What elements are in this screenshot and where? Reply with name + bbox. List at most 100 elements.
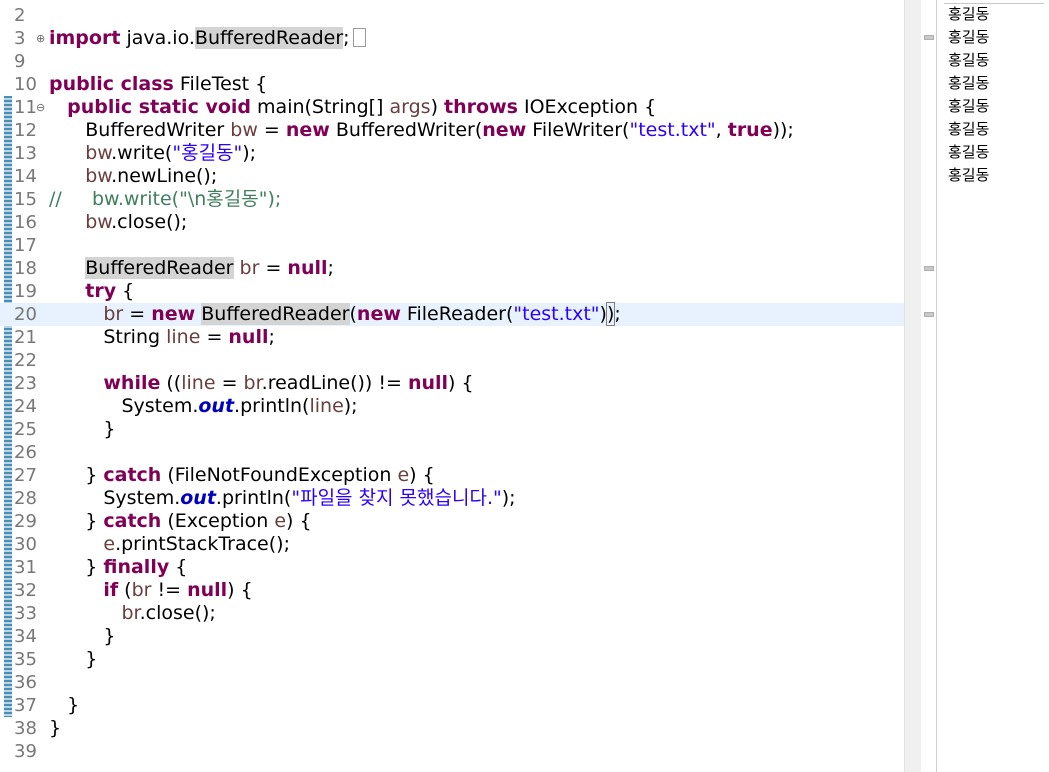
code-line[interactable]: 28 System.out.println("파일을 찾지 못했습니다."); [0,487,904,510]
expand-fold-icon[interactable]: ⊕ [36,27,46,50]
code-token: System. [49,395,199,417]
code-text: bw.write("홍길동"); [49,142,256,165]
code-line[interactable]: 10 public class FileTest { [0,73,904,96]
code-token: e [397,464,410,486]
code-line[interactable]: 29 } catch (Exception e) { [0,510,904,533]
code-text: try { [49,280,134,303]
code-token: ) { [227,579,253,601]
code-line[interactable]: 11 ⊖ public static void main(String[] arg… [0,96,904,119]
code-token: IOException { [517,96,657,118]
code-line[interactable]: 33 br.close(); [0,602,904,625]
code-text: e.printStackTrace(); [49,533,290,556]
code-token: null [407,372,449,394]
code-line[interactable]: 39 [0,740,904,763]
code-text: System.out.println("파일을 찾지 못했습니다."); [49,487,515,510]
code-token: ; [327,257,334,279]
code-line[interactable]: 12 BufferedWriter bw = new BufferedWrite… [0,119,904,142]
code-line[interactable]: 26 [0,441,904,464]
overview-marker[interactable] [924,35,934,40]
code-text: BufferedReader br = null; [49,257,334,280]
code-line[interactable]: 23 while ((line = br.readLine()) != null… [0,372,904,395]
code-token: null [287,257,328,279]
code-token: br [243,372,262,394]
code-line[interactable]: 35 } [0,648,904,671]
code-token: } [49,625,116,647]
collapse-fold-icon[interactable]: ⊖ [36,96,46,119]
console-output-line: 홍길동 [948,28,990,46]
code-token: br [103,303,124,325]
code-line[interactable]: 9 [0,50,904,73]
code-line[interactable]: 15 // bw.write("\n홍길동"); [0,188,904,211]
code-line[interactable]: 34 } [0,625,904,648]
code-text: } [49,717,61,740]
code-token: out [198,395,235,417]
code-token: new [356,303,401,325]
code-editor[interactable]: 2 3 ⊕ import java.io.BufferedReader; 9 10 publ… [0,0,904,772]
code-line[interactable]: 38} [0,717,904,740]
code-text: bw.newLine(); [49,165,217,188]
code-line[interactable]: 27 } catch (FileNotFoundException e) { [0,464,904,487]
code-line[interactable]: 2 [0,4,904,27]
console-output-line: 홍길동 [948,74,990,92]
code-line[interactable]: 32 if (br != null) { [0,579,904,602]
code-line[interactable]: 25 } [0,418,904,441]
overview-ruler[interactable] [921,0,937,772]
line-number: 15 [14,189,37,210]
code-token: ); [242,142,257,164]
vertical-scrollbar[interactable] [904,0,922,772]
code-token: try [85,280,117,302]
code-text: // bw.write("\n홍길동"); [49,188,281,211]
line-number: 35 [14,649,37,670]
code-token: ) [599,303,607,325]
code-line[interactable]: 31 } finally { [0,556,904,579]
console-output-line: 홍길동 [948,166,990,184]
code-token: e [274,510,287,532]
line-number: 24 [14,396,37,417]
console-output-line: 홍길동 [948,143,990,161]
code-line[interactable]: 18 BufferedReader br = null; [0,257,904,280]
console-output-line: 홍길동 [948,5,990,23]
code-token: new [482,119,527,141]
code-line[interactable]: 20 br = new BufferedReader(new FileReade… [0,302,904,326]
code-line[interactable]: 36 [0,671,904,694]
line-number: 32 [14,580,37,601]
code-token: ( [349,303,357,325]
overview-marker[interactable] [924,312,934,317]
code-text: System.out.println(line); [49,395,357,418]
code-token: e [103,533,116,555]
code-line[interactable]: 24 System.out.println(line); [0,395,904,418]
code-line[interactable]: 17 [0,234,904,257]
code-line[interactable]: 21 String line = null; [0,326,904,349]
code-line[interactable]: 22 [0,349,904,372]
overview-marker[interactable] [924,266,934,271]
code-token: catch [103,464,162,486]
code-token: br [239,257,260,279]
console-output-line: 홍길동 [948,51,990,69]
console-output-line: 홍길동 [948,120,990,138]
code-line[interactable]: 16 bw.close(); [0,211,904,234]
code-token: catch [103,510,162,532]
code-line[interactable]: 13 bw.write("홍길동"); [0,142,904,165]
code-line[interactable]: 30 e.printStackTrace(); [0,533,904,556]
folded-import-marker[interactable] [352,28,366,47]
code-line[interactable]: 3 ⊕ import java.io.BufferedReader; [0,27,904,50]
code-token: true [727,119,773,141]
line-number: 14 [14,166,37,187]
code-line[interactable]: 19 try { [0,280,904,303]
code-token: System. [49,487,181,509]
code-text: bw.close(); [49,211,187,234]
code-text: if (br != null) { [49,579,253,602]
code-token: bw [85,211,112,233]
code-token: line [309,395,344,417]
code-line[interactable]: 14 bw.newLine(); [0,165,904,188]
line-number: 36 [14,672,37,693]
code-token: } [49,556,104,578]
code-token: bw [230,119,258,141]
code-token: main(String[] [251,96,390,118]
code-token: .close(); [139,602,216,624]
code-line[interactable]: 37 } [0,694,904,717]
console-output-line: 홍길동 [948,97,990,115]
